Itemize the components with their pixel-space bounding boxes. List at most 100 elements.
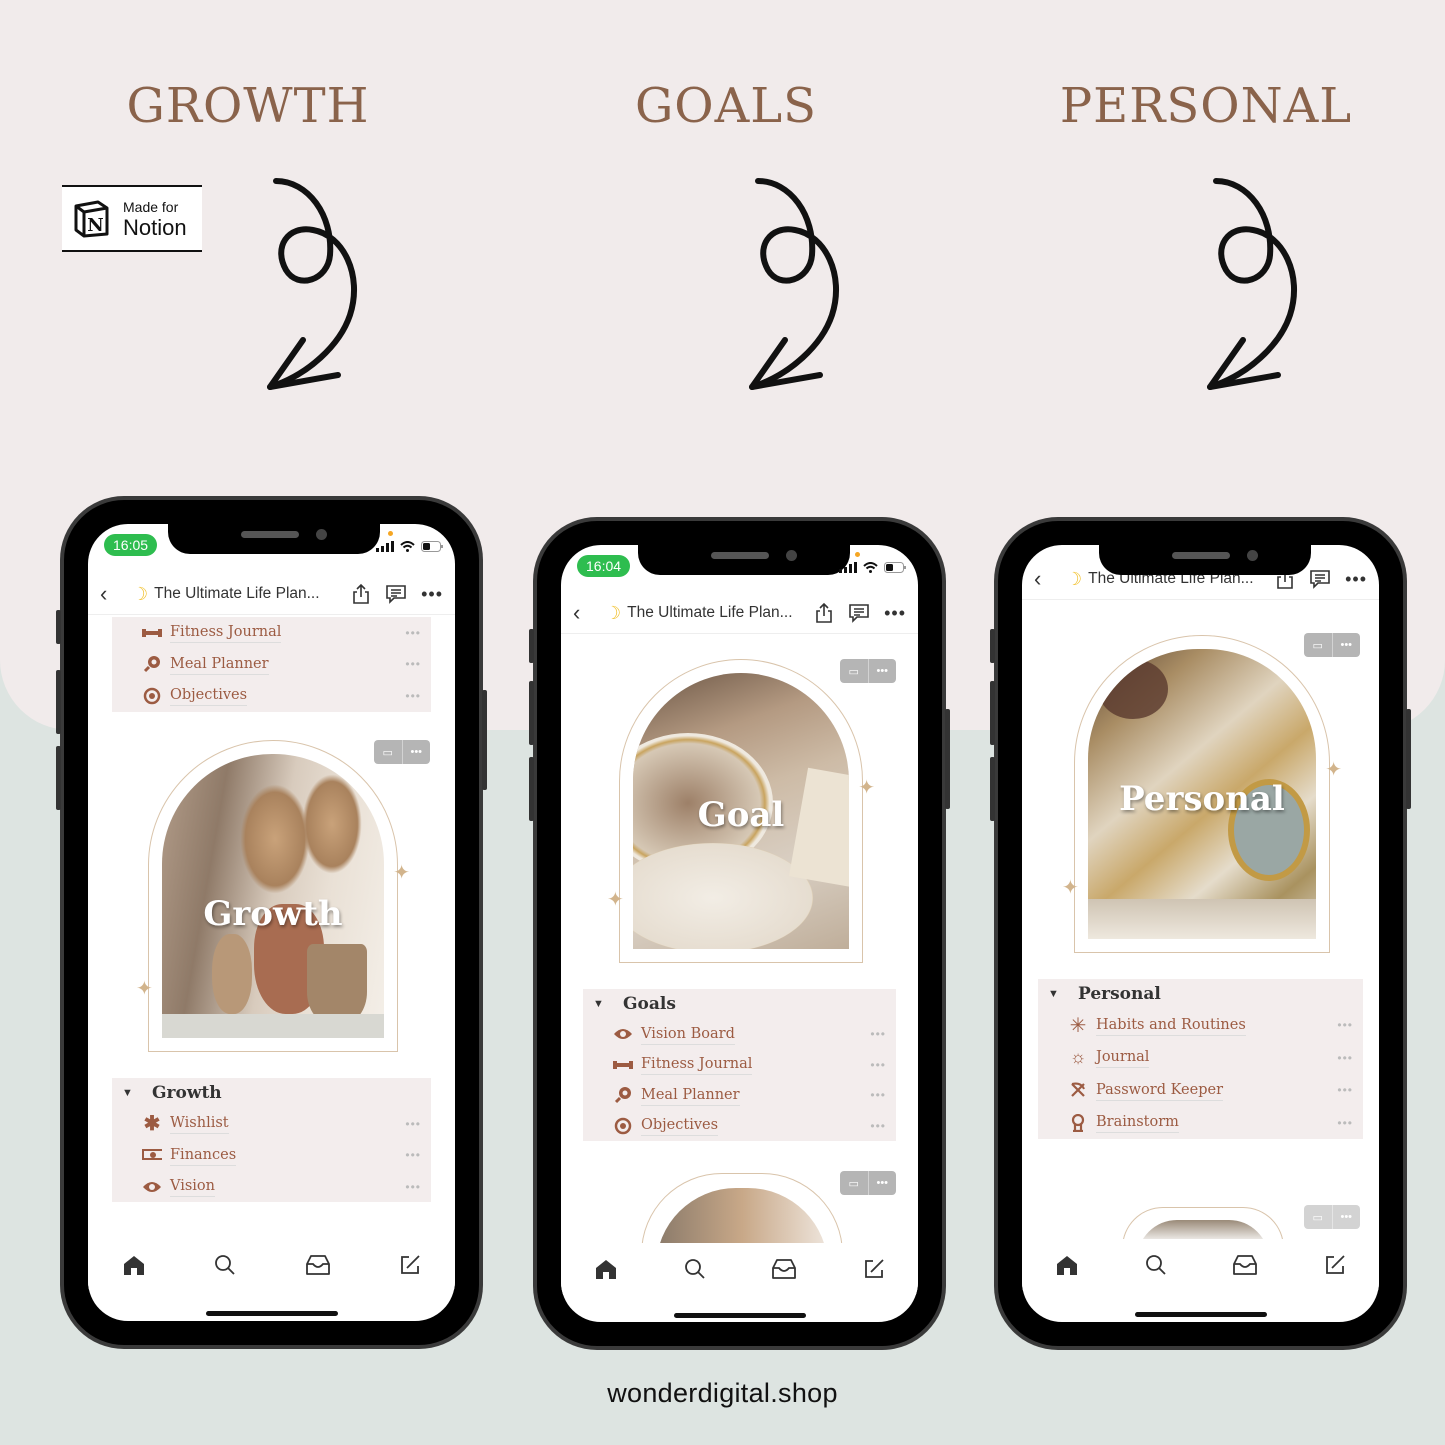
home-indicator[interactable]	[205, 1311, 338, 1316]
comment-icon[interactable]: ▭	[1304, 1205, 1333, 1229]
toggle-triangle-icon[interactable]: ▼	[122, 1087, 138, 1099]
compose-icon[interactable]	[1324, 1254, 1346, 1276]
row-more-icon[interactable]: •••	[870, 1088, 886, 1102]
search-icon[interactable]	[214, 1254, 236, 1276]
power-button	[1406, 709, 1411, 809]
row-more-icon[interactable]: •••	[1337, 1083, 1353, 1097]
row-more-icon[interactable]: •••	[870, 1027, 886, 1041]
heading-growth: GROWTH	[126, 78, 370, 134]
home-icon[interactable]	[122, 1254, 146, 1276]
search-icon[interactable]	[1145, 1254, 1167, 1276]
more-options-icon[interactable]: •••	[869, 1171, 897, 1195]
row-more-icon[interactable]: •••	[1337, 1051, 1353, 1065]
more-options-icon[interactable]: •••	[869, 659, 897, 683]
back-button[interactable]: ‹	[1034, 566, 1054, 592]
list-item-label: Vision Board	[641, 1024, 735, 1045]
next-cover-arch-partial	[641, 1173, 843, 1254]
toggle-header[interactable]: ▼ Goals	[583, 989, 896, 1019]
list-item[interactable]: Objectives •••	[583, 1111, 896, 1142]
comment-icon[interactable]	[385, 584, 407, 604]
home-icon[interactable]	[1055, 1254, 1079, 1276]
share-icon[interactable]	[351, 583, 371, 605]
list-item[interactable]: Password Keeper •••	[1038, 1074, 1363, 1107]
signal-icon	[376, 541, 394, 552]
cover-image-arch: Growth ✦ ✦	[136, 740, 410, 1052]
cover-title: Goal	[697, 795, 785, 835]
more-options-icon[interactable]: •••	[1333, 1205, 1361, 1229]
list-item-label: Password Keeper	[1096, 1080, 1223, 1101]
list-item[interactable]: Fitness Journal •••	[112, 617, 431, 649]
row-more-icon[interactable]: •••	[405, 626, 421, 640]
badge-made-for: Made for	[123, 199, 179, 215]
home-icon[interactable]	[594, 1258, 618, 1280]
list-item[interactable]: ✳ Habits and Routines •••	[1038, 1009, 1363, 1042]
list-item[interactable]: Vision •••	[112, 1171, 431, 1203]
row-more-icon[interactable]: •••	[1337, 1116, 1353, 1130]
back-button[interactable]: ‹	[100, 581, 120, 607]
search-icon[interactable]	[684, 1258, 706, 1280]
list-item[interactable]: ☼ Journal •••	[1038, 1042, 1363, 1075]
list-item[interactable]: Objectives •••	[112, 680, 431, 712]
list-item[interactable]: Finances •••	[112, 1140, 431, 1172]
compose-icon[interactable]	[399, 1254, 421, 1276]
more-options-icon[interactable]: •••	[884, 603, 906, 624]
list-item[interactable]: Meal Planner •••	[112, 649, 431, 681]
footer-website[interactable]: wonderdigital.shop	[0, 1378, 1445, 1409]
screen: ‹ ☽ The Ultimate Life Plan... ••• ▭ ••• P…	[1022, 545, 1379, 1322]
home-indicator[interactable]	[673, 1313, 806, 1318]
more-options-icon[interactable]: •••	[403, 740, 431, 764]
row-more-icon[interactable]: •••	[870, 1058, 886, 1072]
volume-up-button	[990, 681, 995, 745]
row-more-icon[interactable]: •••	[405, 657, 421, 671]
list-item[interactable]: Fitness Journal •••	[583, 1050, 896, 1081]
screen: 16:04 ‹ ☽ The Ultimate Life Plan... ••• …	[561, 545, 918, 1322]
home-indicator[interactable]	[1134, 1312, 1267, 1317]
cover-photo-vases: Growth	[162, 754, 384, 1038]
row-more-icon[interactable]: •••	[405, 1117, 421, 1131]
row-more-icon[interactable]: •••	[405, 689, 421, 703]
row-more-icon[interactable]: •••	[405, 1148, 421, 1162]
status-icons	[839, 562, 906, 573]
toggle-header[interactable]: ▼ Personal	[1038, 979, 1363, 1009]
notion-logo-icon: N	[74, 200, 109, 238]
inbox-icon[interactable]	[1232, 1254, 1258, 1276]
battery-icon	[884, 562, 906, 573]
more-options-icon[interactable]: •••	[421, 584, 443, 605]
row-more-icon[interactable]: •••	[405, 1180, 421, 1194]
list-item-label: Fitness Journal	[641, 1054, 753, 1076]
signal-icon	[839, 562, 857, 573]
asterisk-thin-icon: ✳	[1069, 1014, 1087, 1037]
toggle-group-personal: ▼ Personal ✳ Habits and Routines ••• ☼ J…	[1038, 979, 1363, 1139]
group-title: Growth	[152, 1083, 222, 1103]
page-title[interactable]: The Ultimate Life Plan...	[627, 604, 792, 622]
row-more-icon[interactable]: •••	[1337, 1018, 1353, 1032]
list-item[interactable]: Brainstorm •••	[1038, 1107, 1363, 1140]
badge-notion: Notion	[123, 215, 187, 240]
dumbbell-icon	[142, 623, 162, 643]
notch	[638, 545, 850, 575]
back-button[interactable]: ‹	[573, 600, 593, 626]
cover-title: Growth	[203, 894, 343, 934]
inbox-icon[interactable]	[305, 1254, 331, 1276]
compose-icon[interactable]	[863, 1258, 885, 1280]
toggle-triangle-icon[interactable]: ▼	[1048, 988, 1064, 1000]
moon-emoji-icon: ☽	[132, 583, 149, 604]
page-title[interactable]: The Ultimate Life Plan...	[154, 585, 319, 603]
comment-icon[interactable]: ▭	[840, 1171, 869, 1195]
volume-down-button	[529, 757, 534, 821]
more-options-icon[interactable]: •••	[1345, 569, 1367, 590]
inbox-icon[interactable]	[771, 1258, 797, 1280]
toggle-header[interactable]: ▼ Growth	[112, 1078, 431, 1108]
list-item[interactable]: Vision Board •••	[583, 1019, 896, 1050]
list-item[interactable]: Meal Planner •••	[583, 1080, 896, 1111]
made-for-notion-badge: N Made for Notion	[62, 185, 202, 252]
share-icon[interactable]	[814, 602, 834, 624]
sparkle-icon: ✦	[1062, 877, 1079, 899]
comment-icon[interactable]	[1309, 569, 1331, 589]
more-options-icon[interactable]: •••	[1333, 633, 1361, 657]
comment-icon[interactable]	[848, 603, 870, 623]
toggle-triangle-icon[interactable]: ▼	[593, 998, 609, 1010]
mute-switch	[56, 610, 61, 644]
list-item[interactable]: ✱ Wishlist •••	[112, 1108, 431, 1140]
row-more-icon[interactable]: •••	[870, 1119, 886, 1133]
